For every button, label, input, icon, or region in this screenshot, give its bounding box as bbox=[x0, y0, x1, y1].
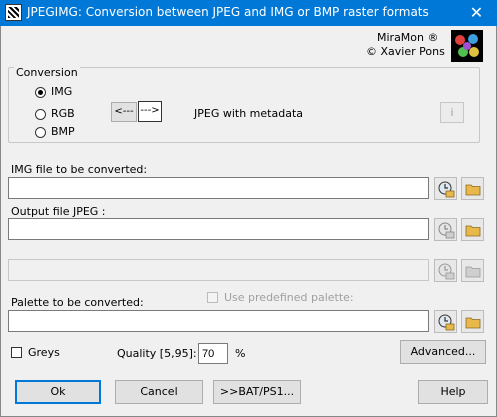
radio-img[interactable] bbox=[35, 87, 46, 98]
clock-folder-icon bbox=[438, 222, 455, 239]
extra-file-open-button[interactable] bbox=[461, 259, 484, 282]
quality-label: Quality [5,95]: bbox=[117, 347, 197, 360]
clock-folder-icon bbox=[438, 181, 455, 198]
palette-open-button[interactable] bbox=[461, 310, 484, 333]
radio-rgb[interactable] bbox=[35, 109, 46, 120]
help-button[interactable]: Help bbox=[418, 380, 488, 404]
palette-input[interactable] bbox=[8, 310, 429, 332]
output-file-input[interactable] bbox=[8, 218, 429, 240]
clock-folder-icon bbox=[438, 314, 455, 331]
ok-button[interactable]: Ok bbox=[15, 380, 101, 404]
palette-label: Palette to be converted: bbox=[11, 296, 144, 309]
folder-icon bbox=[465, 266, 481, 278]
img-file-input[interactable] bbox=[8, 177, 429, 199]
folder-icon bbox=[465, 184, 481, 196]
radio-img-label[interactable]: IMG bbox=[51, 85, 72, 98]
close-button[interactable]: ✕ bbox=[456, 0, 497, 26]
radio-bmp-label[interactable]: BMP bbox=[51, 125, 75, 138]
folder-icon bbox=[465, 317, 481, 329]
img-file-browse-button[interactable] bbox=[434, 177, 457, 200]
radio-bmp[interactable] bbox=[35, 127, 46, 138]
app-icon[interactable] bbox=[5, 4, 22, 21]
brand-author: © Xavier Pons bbox=[366, 45, 445, 58]
predefined-palette-checkbox[interactable] bbox=[207, 292, 218, 303]
output-file-browse-button[interactable] bbox=[434, 218, 457, 241]
title-bar: JPEGIMG: Conversion between JPEG and IMG… bbox=[0, 0, 497, 26]
clock-folder-icon bbox=[438, 263, 455, 280]
quality-input[interactable] bbox=[198, 343, 228, 364]
radio-rgb-label[interactable]: RGB bbox=[51, 107, 75, 120]
greys-label[interactable]: Greys bbox=[28, 346, 60, 359]
predefined-palette-label: Use predefined palette: bbox=[224, 291, 354, 304]
info-button[interactable]: i bbox=[440, 102, 464, 123]
output-file-open-button[interactable] bbox=[461, 218, 484, 241]
extra-file-input[interactable] bbox=[8, 259, 429, 281]
palette-browse-button[interactable] bbox=[434, 310, 457, 333]
miramon-logo bbox=[451, 30, 483, 62]
conversion-group-label: Conversion bbox=[14, 66, 80, 79]
folder-icon bbox=[465, 225, 481, 237]
brand-name: MiraMon ® bbox=[377, 31, 439, 44]
quality-unit: % bbox=[235, 347, 246, 360]
direction-left-button[interactable]: <--- bbox=[111, 102, 137, 122]
img-file-label: IMG file to be converted: bbox=[11, 163, 148, 176]
window-title: JPEGIMG: Conversion between JPEG and IMG… bbox=[27, 5, 429, 19]
advanced-button[interactable]: Advanced... bbox=[400, 340, 486, 364]
extra-file-browse-button[interactable] bbox=[434, 259, 457, 282]
greys-checkbox[interactable] bbox=[11, 347, 22, 358]
bat-ps1-button[interactable]: >>BAT/PS1... bbox=[213, 380, 301, 404]
img-file-open-button[interactable] bbox=[461, 177, 484, 200]
output-file-label: Output file JPEG : bbox=[11, 205, 106, 218]
conversion-target: JPEG with metadata bbox=[194, 107, 303, 120]
direction-right-button[interactable]: ---> bbox=[138, 101, 162, 122]
cancel-button[interactable]: Cancel bbox=[115, 380, 203, 404]
